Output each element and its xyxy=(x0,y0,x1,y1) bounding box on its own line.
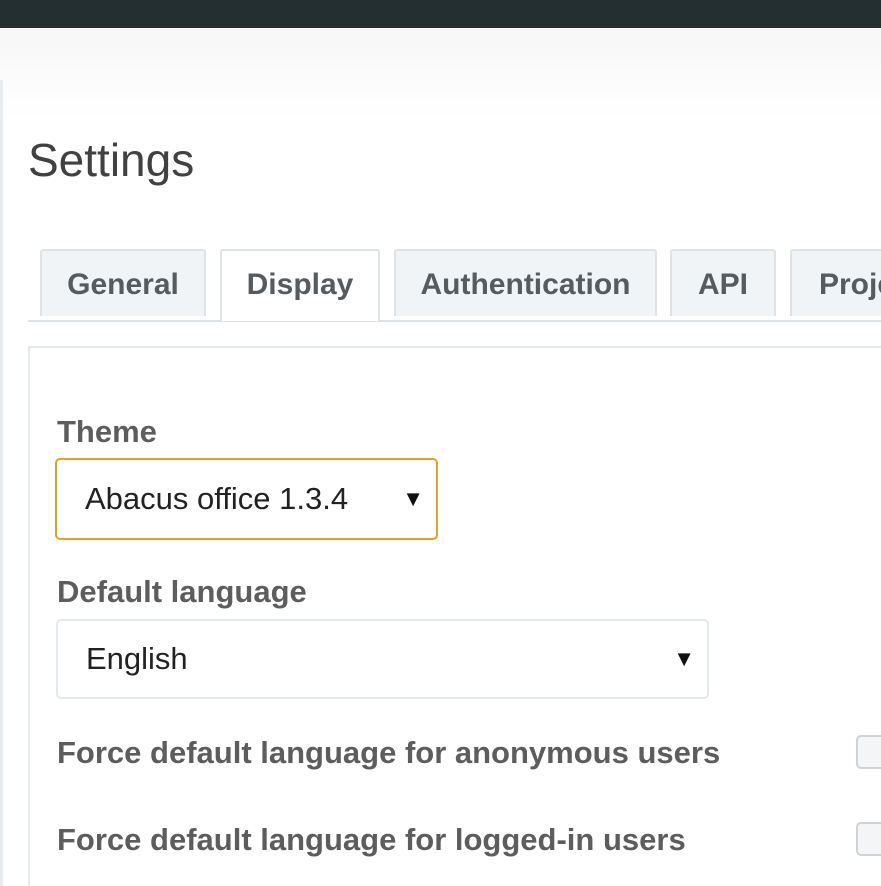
theme-select-value: Abacus office 1.3.4 xyxy=(85,481,349,516)
force-language-anonymous-row: Force default language for anonymous use… xyxy=(57,733,881,773)
settings-tabs: General Display Authentication API Proje xyxy=(28,249,881,322)
tab-projects[interactable]: Proje xyxy=(790,249,881,316)
default-language-select[interactable]: English ▼ xyxy=(56,619,709,699)
force-language-anonymous-label: Force default language for anonymous use… xyxy=(57,735,721,770)
default-language-label: Default language xyxy=(57,574,307,609)
force-language-logged-in-checkbox[interactable] xyxy=(856,822,881,856)
caret-down-icon: ▼ xyxy=(673,646,695,671)
tab-display[interactable]: Display xyxy=(220,249,380,321)
theme-select[interactable]: Abacus office 1.3.4 ▼ xyxy=(55,458,438,540)
tab-authentication[interactable]: Authentication xyxy=(394,249,657,316)
caret-down-icon: ▼ xyxy=(402,486,424,511)
settings-page: Settings General Display Authentication … xyxy=(0,0,881,886)
tab-api[interactable]: API xyxy=(670,249,776,316)
top-navigation-bar xyxy=(0,0,881,28)
force-language-anonymous-checkbox[interactable] xyxy=(856,735,881,769)
tab-general[interactable]: General xyxy=(40,249,206,316)
force-language-logged-in-label: Force default language for logged-in use… xyxy=(57,822,686,857)
page-title: Settings xyxy=(28,134,195,186)
theme-label: Theme xyxy=(57,414,157,449)
left-divider xyxy=(0,80,3,886)
default-language-value: English xyxy=(86,641,188,676)
force-language-logged-in-row: Force default language for logged-in use… xyxy=(57,820,881,860)
header-area xyxy=(0,28,881,120)
